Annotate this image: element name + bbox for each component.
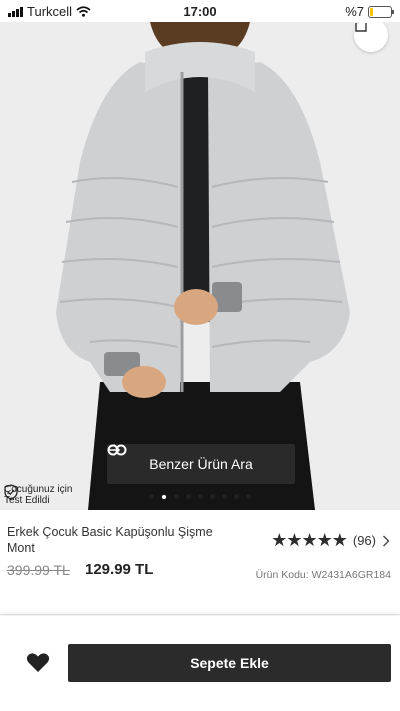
add-to-cart-button[interactable]: Sepete Ekle	[68, 644, 391, 682]
gallery-dot[interactable]	[198, 494, 203, 499]
status-bar: Turkcell 17:00 %7	[0, 0, 400, 22]
sale-price: 129.99 TL	[85, 561, 154, 578]
gallery-dot[interactable]	[222, 494, 227, 499]
old-price: 399.99 TL	[7, 562, 70, 578]
rating-stars: ★★★★★	[271, 530, 348, 550]
gallery-dot[interactable]	[186, 494, 191, 499]
favorite-button[interactable]	[26, 652, 50, 678]
gallery-dot[interactable]	[161, 494, 167, 500]
bottom-action-bar: Sepete Ekle	[0, 616, 400, 711]
gallery-pagination[interactable]	[0, 494, 400, 500]
product-name: Erkek Çocuk Basic Kapüşonlu Şişme Mont	[7, 525, 213, 555]
product-image-gallery[interactable]: Benzer Ürün Ara Çocuğunuz için Test Edil…	[0, 22, 400, 510]
rating-summary[interactable]: ★★★★★ (96)	[271, 530, 390, 551]
divider	[0, 614, 400, 615]
rating-count: (96)	[352, 533, 376, 548]
gallery-dot[interactable]	[174, 494, 179, 499]
gallery-dot[interactable]	[149, 494, 154, 499]
battery-icon	[368, 5, 394, 18]
battery-percent: %7	[345, 4, 364, 19]
gallery-dot[interactable]	[246, 494, 251, 499]
product-info: Erkek Çocuk Basic Kapüşonlu Şişme Mont ★…	[0, 510, 400, 616]
product-photo	[0, 22, 400, 510]
battery-status: %7	[345, 4, 394, 19]
clock: 17:00	[183, 4, 217, 19]
chevron-right-icon	[383, 535, 390, 546]
gallery-dot[interactable]	[210, 494, 215, 499]
gallery-dot[interactable]	[234, 494, 239, 499]
arrow-right-icon	[108, 444, 121, 456]
heart-icon	[26, 653, 50, 672]
product-code: Ürün Kodu: W2431A6GR184	[255, 569, 391, 581]
similar-label: Benzer Ürün Ara	[149, 456, 253, 472]
similar-products-button[interactable]: Benzer Ürün Ara	[107, 444, 295, 484]
share-icon	[355, 23, 367, 32]
